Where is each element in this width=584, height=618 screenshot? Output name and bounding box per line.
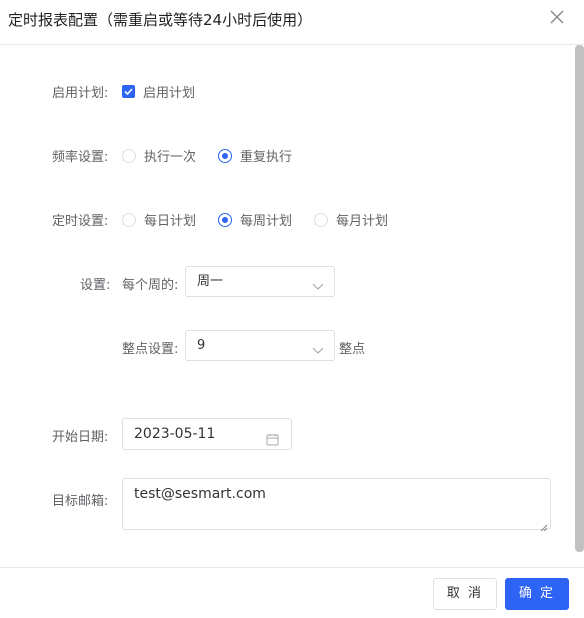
- radio-daily-label: 每日计划: [144, 214, 197, 229]
- radio-daily[interactable]: 每日计划: [122, 210, 196, 229]
- settings-label: 设置:: [80, 278, 111, 293]
- radio-selected-icon: [218, 148, 232, 163]
- dialog-title: 定时报表配置（需重启或等待24小时后使用）: [8, 11, 313, 29]
- radio-selected-icon: [218, 212, 232, 227]
- start-date-input[interactable]: 2023-05-11: [122, 418, 292, 450]
- radio-run-once[interactable]: 执行一次: [122, 146, 196, 165]
- start-date-label: 开始日期:: [52, 430, 109, 445]
- hour-label: 整点设置:: [122, 342, 179, 357]
- dialog-header: 定时报表配置（需重启或等待24小时后使用）: [0, 0, 584, 45]
- cancel-button[interactable]: 取 消: [433, 578, 497, 610]
- weekday-select[interactable]: 周一: [185, 266, 335, 297]
- checkbox-checked-icon: [122, 85, 135, 98]
- hour-suffix: 整点: [339, 342, 366, 357]
- radio-monthly-label: 每月计划: [336, 214, 389, 229]
- radio-run-once-label: 执行一次: [144, 150, 197, 165]
- enable-plan-checkbox-label: 启用计划: [143, 86, 196, 101]
- radio-weekly[interactable]: 每周计划: [218, 210, 292, 229]
- confirm-button[interactable]: 确 定: [505, 578, 569, 610]
- radio-monthly[interactable]: 每月计划: [314, 210, 388, 229]
- enable-plan-label: 启用计划:: [52, 86, 109, 101]
- frequency-label: 频率设置:: [52, 150, 109, 165]
- hour-select[interactable]: 9: [185, 330, 335, 361]
- schedule-label: 定时设置:: [52, 214, 109, 229]
- enable-plan-checkbox[interactable]: 启用计划: [122, 82, 195, 101]
- hour-select-value: 9: [197, 338, 206, 353]
- dialog-footer: 取 消 确 定: [0, 567, 584, 618]
- resize-handle-icon[interactable]: [540, 519, 548, 532]
- calendar-icon[interactable]: [266, 427, 279, 446]
- chevron-down-icon: [312, 274, 324, 290]
- weekday-select-value: 周一: [197, 274, 224, 289]
- radio-repeat-label: 重复执行: [240, 150, 293, 165]
- start-date-value: 2023-05-11: [134, 426, 216, 442]
- radio-icon: [314, 212, 328, 227]
- scrollbar[interactable]: [575, 45, 584, 552]
- chevron-down-icon: [312, 338, 324, 354]
- radio-weekly-label: 每周计划: [240, 214, 293, 229]
- email-value: test@sesmart.com: [134, 486, 266, 502]
- radio-icon: [122, 212, 136, 227]
- close-icon[interactable]: [550, 10, 566, 28]
- email-textarea[interactable]: test@sesmart.com: [122, 478, 551, 532]
- email-label: 目标邮箱:: [52, 494, 109, 509]
- radio-icon: [122, 148, 136, 163]
- radio-repeat[interactable]: 重复执行: [218, 146, 292, 165]
- weekday-label: 每个周的:: [122, 278, 179, 293]
